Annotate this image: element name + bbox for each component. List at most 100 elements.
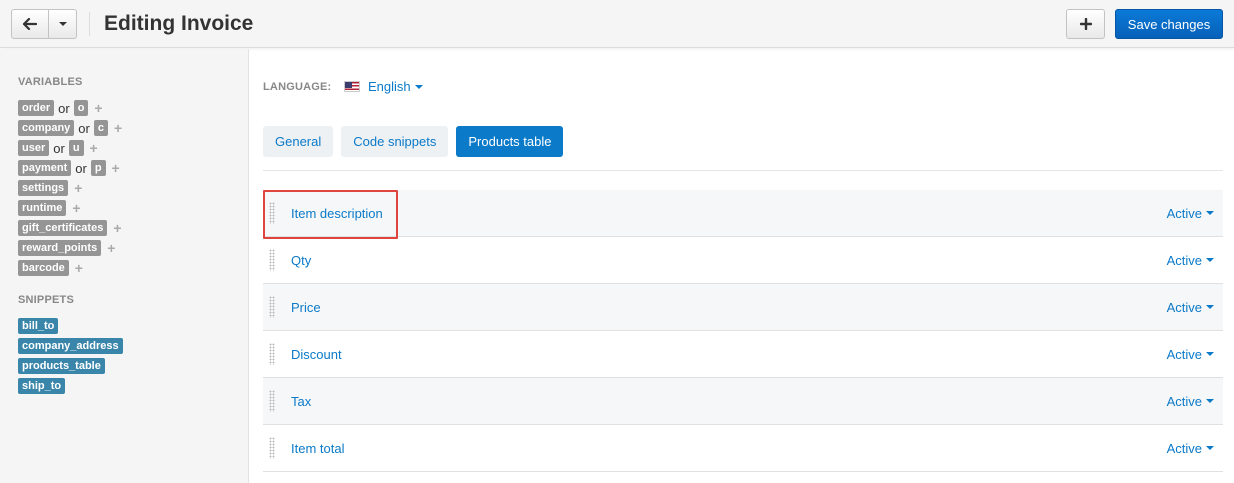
status-label: Active — [1166, 205, 1202, 221]
variable-alias-tag[interactable]: o — [73, 100, 89, 116]
chevron-down-icon — [1206, 211, 1214, 215]
snippet-row: company_address — [18, 338, 123, 354]
drag-handle-icon[interactable] — [269, 296, 275, 318]
row-name-link[interactable]: Qty — [291, 253, 311, 268]
back-button-group — [11, 9, 77, 39]
variable-alias-tag[interactable]: u — [68, 140, 84, 156]
snippet-row: ship_to — [18, 378, 66, 394]
status-dropdown[interactable]: Active — [1167, 347, 1214, 362]
chevron-down-icon — [1206, 305, 1214, 309]
toolbar-divider — [89, 12, 90, 36]
tab-code-snippets[interactable]: Code snippets — [341, 126, 449, 157]
variable-alias-tag[interactable]: p — [90, 160, 106, 176]
variable-tag[interactable]: runtime — [18, 200, 67, 216]
variable-row: order or o + — [18, 100, 103, 116]
us-flag-icon — [344, 81, 360, 92]
variable-alias-tag[interactable]: c — [93, 120, 108, 136]
tabs-divider — [263, 170, 1223, 171]
snippet-row: bill_to — [18, 318, 59, 334]
table-row: Tax Active — [263, 378, 1223, 425]
chevron-down-icon — [1206, 446, 1214, 450]
expand-plus-icon[interactable]: + — [74, 180, 82, 196]
status-dropdown[interactable]: Active — [1167, 441, 1214, 456]
snippets-heading: SNIPPETS — [18, 294, 75, 306]
table-row: Item description Active — [263, 190, 1223, 237]
arrow-left-icon — [23, 18, 37, 30]
status-dropdown[interactable]: Active — [1167, 206, 1214, 221]
variable-tag[interactable]: payment — [18, 160, 72, 176]
drag-handle-icon[interactable] — [269, 390, 275, 412]
back-dropdown-button[interactable] — [49, 9, 77, 39]
status-label: Active — [1166, 252, 1202, 268]
snippet-tag[interactable]: products_table — [18, 358, 105, 374]
expand-plus-icon[interactable]: + — [107, 240, 115, 256]
or-text: or — [78, 120, 90, 136]
save-button[interactable]: Save changes — [1115, 9, 1223, 39]
language-selector[interactable]: English — [344, 79, 423, 94]
status-dropdown[interactable]: Active — [1167, 253, 1214, 268]
chevron-down-icon — [1206, 258, 1214, 262]
variable-tag[interactable]: gift_certificates — [18, 220, 108, 236]
variable-row: company or c + — [18, 120, 122, 136]
variable-row: reward_points + — [18, 240, 115, 256]
tab-products-table[interactable]: Products table — [456, 126, 564, 157]
variable-tag[interactable]: reward_points — [18, 240, 102, 256]
expand-plus-icon[interactable]: + — [112, 160, 120, 176]
row-name-link[interactable]: Item total — [291, 441, 344, 456]
expand-plus-icon[interactable]: + — [94, 100, 102, 116]
snippet-tag[interactable]: ship_to — [18, 378, 66, 394]
expand-plus-icon[interactable]: + — [114, 120, 122, 136]
variable-row: runtime + — [18, 200, 81, 216]
sidebar: VARIABLES order or o + company or c + user or u + pa… — [0, 49, 249, 483]
variable-row: barcode + — [18, 260, 83, 276]
variable-row: gift_certificates + — [18, 220, 122, 236]
variable-tag[interactable]: user — [18, 140, 50, 156]
status-label: Active — [1166, 393, 1202, 409]
status-label: Active — [1166, 440, 1202, 456]
snippet-tag[interactable]: company_address — [18, 338, 123, 354]
drag-handle-icon[interactable] — [269, 437, 275, 459]
variable-row: payment or p + — [18, 160, 120, 176]
status-dropdown[interactable]: Active — [1167, 394, 1214, 409]
add-button[interactable] — [1066, 9, 1105, 39]
products-table: Item description Active Qty Active Price Acti… — [263, 190, 1223, 472]
language-value: English — [368, 79, 411, 94]
snippet-row: products_table — [18, 358, 105, 374]
expand-plus-icon[interactable]: + — [72, 200, 80, 216]
drag-handle-icon[interactable] — [269, 343, 275, 365]
variable-row: settings + — [18, 180, 82, 196]
row-name-link[interactable]: Discount — [291, 347, 342, 362]
status-dropdown[interactable]: Active — [1167, 300, 1214, 315]
tab-general[interactable]: General — [263, 126, 334, 157]
expand-plus-icon[interactable]: + — [90, 140, 98, 156]
chevron-down-icon — [414, 84, 423, 89]
table-row: Qty Active — [263, 237, 1223, 284]
variable-tag[interactable]: barcode — [18, 260, 69, 276]
chevron-down-icon — [58, 22, 67, 26]
language-label: LANGUAGE: — [263, 81, 332, 93]
tab-bar: General Code snippets Products table — [263, 126, 571, 157]
table-row: Discount Active — [263, 331, 1223, 378]
expand-plus-icon[interactable]: + — [113, 220, 121, 236]
variable-tag[interactable]: order — [18, 100, 55, 116]
or-text: or — [53, 140, 65, 156]
or-text: or — [58, 100, 70, 116]
status-label: Active — [1166, 299, 1202, 315]
variable-tag[interactable]: company — [18, 120, 75, 136]
back-button[interactable] — [11, 9, 49, 39]
snippet-tag[interactable]: bill_to — [18, 318, 59, 334]
variable-row: user or u + — [18, 140, 98, 156]
table-row: Price Active — [263, 284, 1223, 331]
top-toolbar: Editing Invoice Save changes — [0, 0, 1234, 48]
plus-icon — [1079, 18, 1092, 30]
row-name-link[interactable]: Tax — [291, 394, 311, 409]
row-name-link[interactable]: Price — [291, 300, 321, 315]
row-name-link[interactable]: Item description — [291, 206, 383, 221]
variable-tag[interactable]: settings — [18, 180, 69, 196]
or-text: or — [75, 160, 87, 176]
drag-handle-icon[interactable] — [269, 249, 275, 271]
page-title: Editing Invoice — [104, 12, 254, 35]
expand-plus-icon[interactable]: + — [75, 260, 83, 276]
drag-handle-icon[interactable] — [269, 202, 275, 224]
table-row: Item total Active — [263, 425, 1223, 472]
